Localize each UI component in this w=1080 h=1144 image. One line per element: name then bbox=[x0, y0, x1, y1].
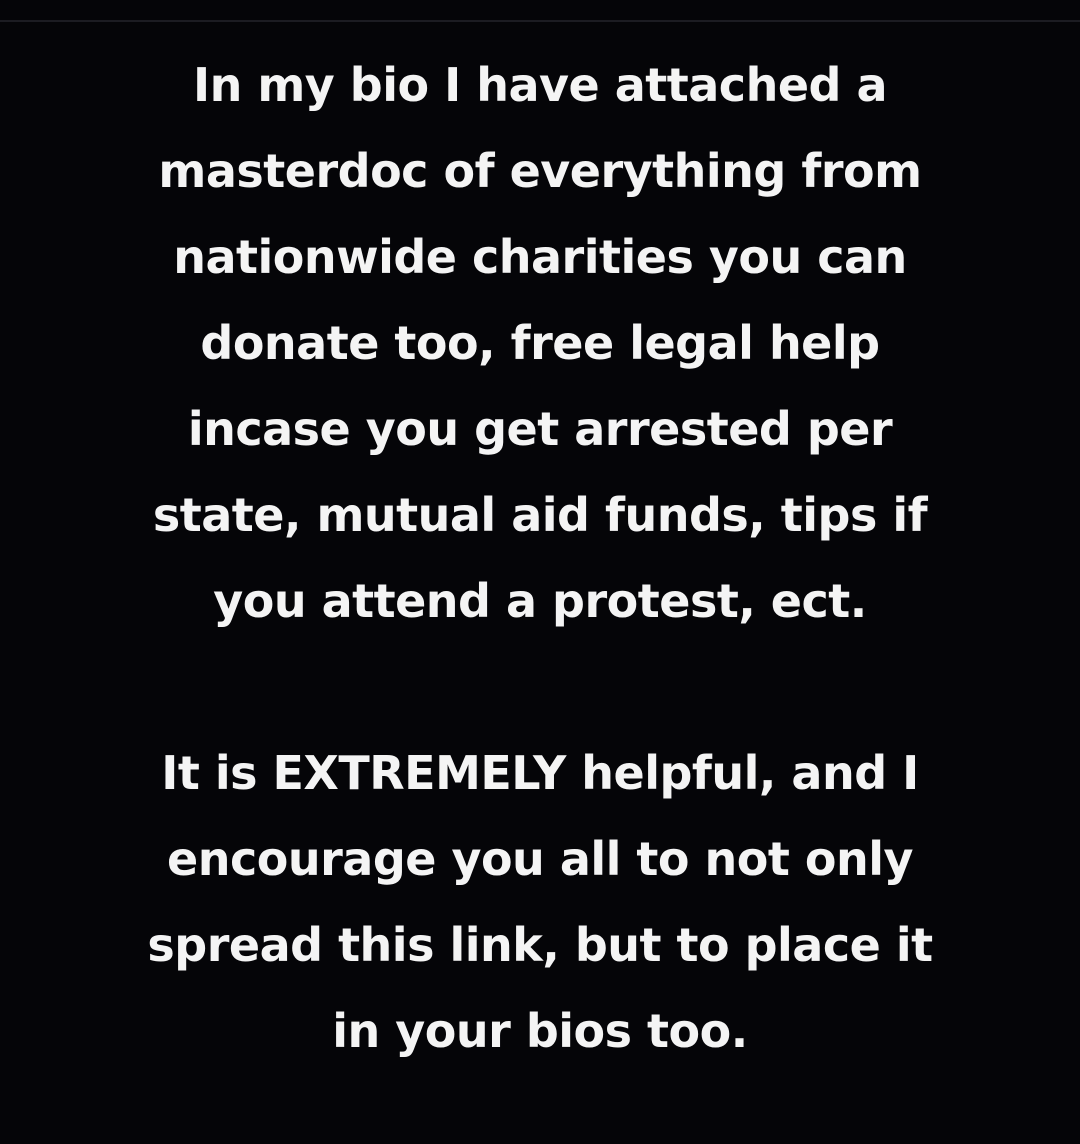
text-line: encourage you all to not only bbox=[167, 832, 913, 886]
text-line: donate too, free legal help bbox=[200, 316, 880, 370]
text-line: It is EXTREMELY helpful, and I bbox=[161, 746, 919, 800]
paragraph-2: It is EXTREMELY helpful, and I encourage… bbox=[0, 730, 1080, 1074]
text-line: state, mutual aid funds, tips if bbox=[152, 488, 928, 542]
top-divider bbox=[0, 20, 1080, 22]
paragraph-1: In my bio I have attached a masterdoc of… bbox=[0, 42, 1080, 644]
text-line: incase you get arrested per bbox=[187, 402, 893, 456]
text-post: In my bio I have attached a masterdoc of… bbox=[0, 42, 1080, 1074]
text-line: spread this link, but to place it bbox=[147, 918, 933, 972]
text-line: nationwide charities you can bbox=[173, 230, 907, 284]
text-line: you attend a protest, ect. bbox=[213, 574, 867, 628]
text-line: In my bio I have attached a bbox=[193, 58, 888, 112]
text-line: in your bios too. bbox=[332, 1004, 748, 1058]
text-line: masterdoc of everything from bbox=[158, 144, 922, 198]
